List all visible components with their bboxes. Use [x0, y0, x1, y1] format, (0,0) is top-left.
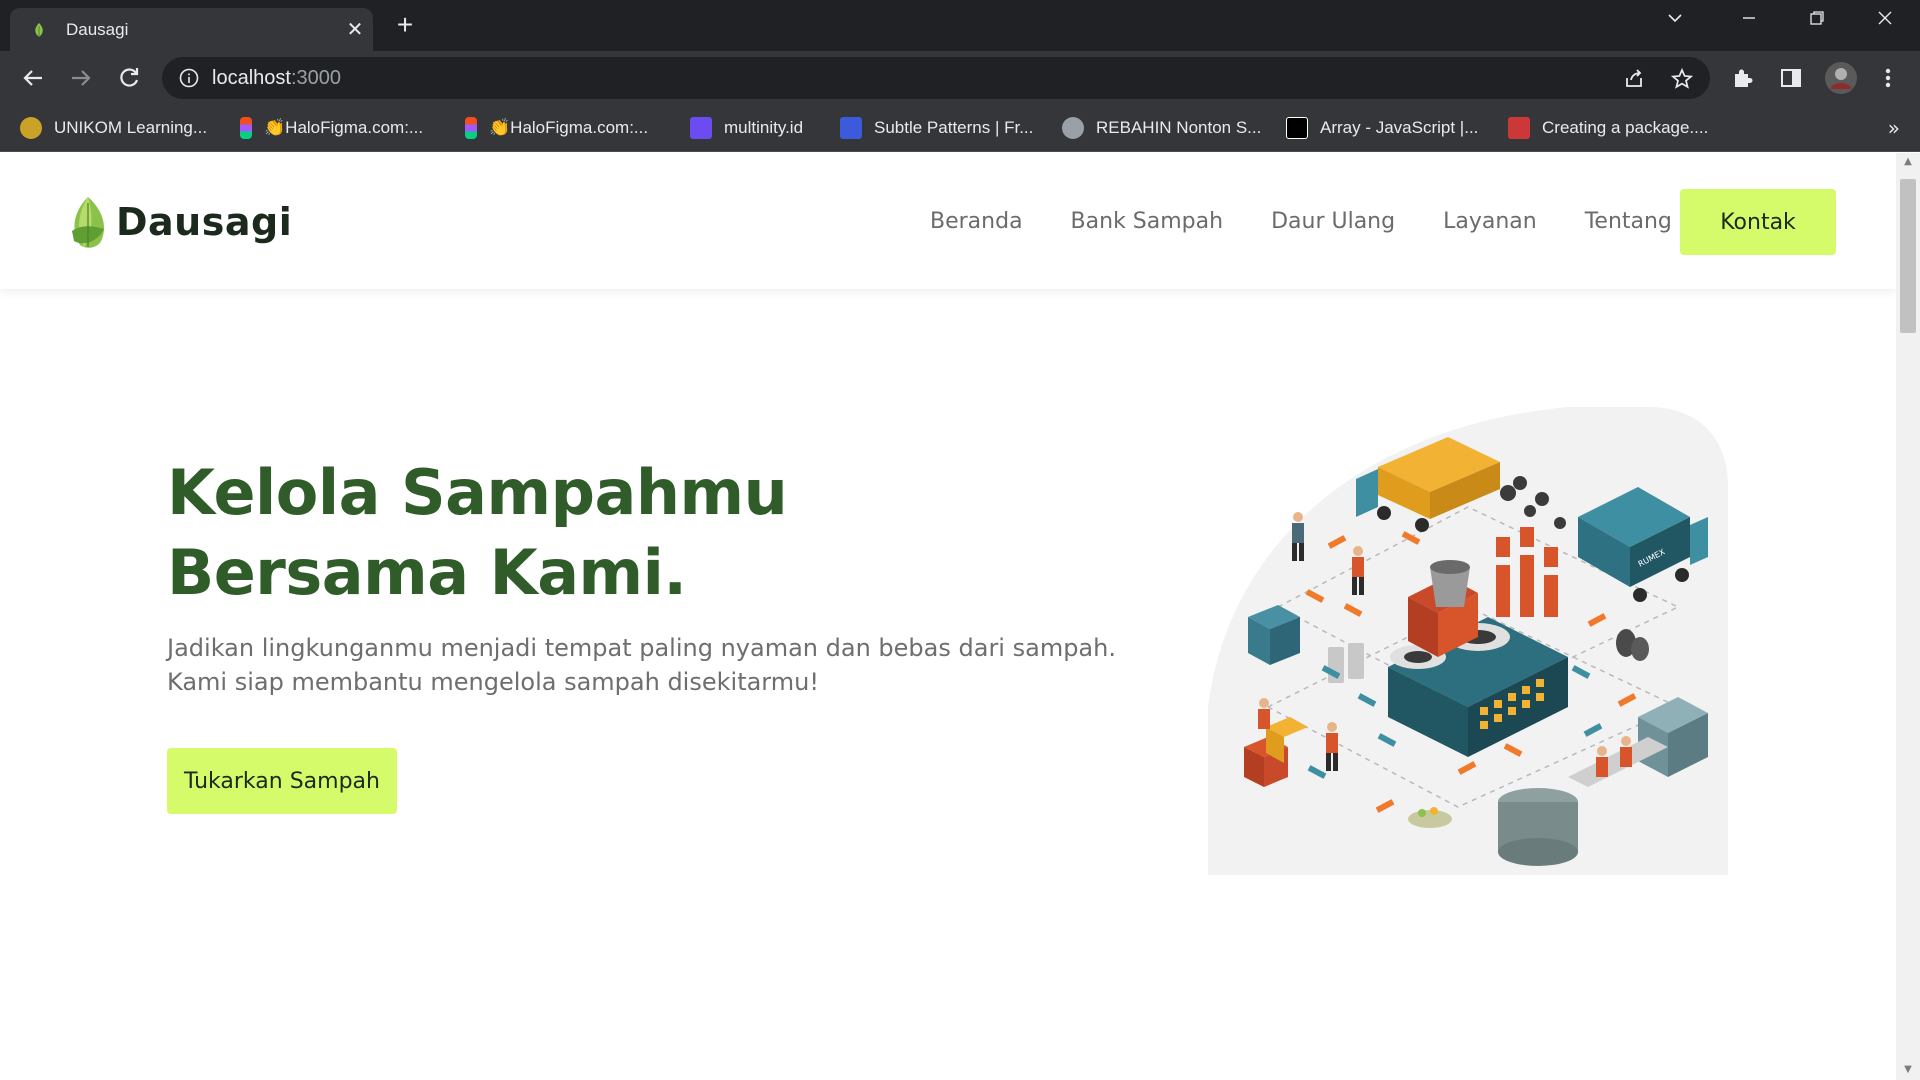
main-nav: Beranda Bank Sampah Daur Ulang Layanan T…: [930, 209, 1782, 234]
nav-item-bank-sampah[interactable]: Bank Sampah: [1071, 209, 1224, 234]
bookmark-item[interactable]: 👏HaloFigma.com:...: [465, 115, 648, 141]
brand-logo[interactable]: Dausagi: [68, 195, 292, 249]
back-arrow-icon[interactable]: [18, 63, 48, 93]
restore-icon[interactable]: [1800, 9, 1834, 37]
page-viewport: Dausagi Beranda Bank Sampah Daur Ulang L…: [0, 153, 1920, 1080]
figma-icon: [465, 117, 477, 139]
more-menu-icon[interactable]: [1874, 64, 1902, 92]
hero-subtitle: Jadikan lingkunganmu menjadi tempat pali…: [167, 634, 1116, 696]
nav-item-layanan[interactable]: Layanan: [1443, 209, 1537, 234]
bookmark-label: Array - JavaScript |...: [1320, 118, 1479, 137]
tab-search-chevron-icon[interactable]: [1658, 9, 1692, 37]
bookmarks-overflow-button[interactable]: »: [1888, 116, 1900, 140]
share-icon[interactable]: [1622, 67, 1646, 91]
contact-button[interactable]: Kontak: [1680, 189, 1836, 255]
bookmark-label: Subtle Patterns | Fr...: [874, 118, 1034, 137]
url-host: localhost: [212, 67, 291, 89]
bookmark-item[interactable]: multinity.id: [690, 115, 803, 141]
side-panel-icon[interactable]: [1777, 64, 1805, 92]
bookmark-label: multinity.id: [724, 118, 804, 137]
unikom-icon: [20, 117, 42, 139]
close-tab-icon[interactable]: ✕: [344, 18, 366, 40]
bookmark-item[interactable]: Creating a package....: [1508, 115, 1708, 141]
multinity-icon: [690, 117, 712, 139]
figma-icon: [240, 117, 252, 139]
url-port: :3000: [290, 67, 341, 89]
scroll-up-arrow-icon[interactable]: ▲: [1902, 157, 1914, 167]
address-bar[interactable]: localhost:3000: [162, 57, 1710, 99]
bookmark-item[interactable]: UNIKOM Learning...: [20, 115, 207, 141]
close-window-icon[interactable]: [1868, 9, 1902, 37]
mdn-icon: [1286, 117, 1308, 139]
extensions-puzzle-icon[interactable]: [1729, 64, 1757, 92]
bookmark-label: 👏HaloFigma.com:...: [489, 118, 649, 137]
reload-icon[interactable]: [114, 63, 144, 93]
hero-title: Kelola Sampahmu Bersama Kami.: [167, 456, 788, 609]
waste-recycling-factory-illustration: RUMEX: [1208, 407, 1728, 875]
page-scrollbar[interactable]: ▲ ▼: [1896, 153, 1920, 1080]
bookmark-star-icon[interactable]: [1670, 67, 1694, 91]
scroll-thumb[interactable]: [1900, 179, 1916, 333]
bookmarks-bar: UNIKOM Learning... 👏HaloFigma.com:... 👏H…: [0, 104, 1920, 152]
browser-toolbar: localhost:3000: [0, 51, 1920, 104]
url-text[interactable]: localhost:3000: [212, 67, 341, 90]
bookmark-item[interactable]: Subtle Patterns | Fr...: [840, 115, 1033, 141]
npm-icon: [1508, 117, 1530, 139]
bookmark-item[interactable]: REBAHIN Nonton S...: [1062, 115, 1261, 141]
browser-tab-active[interactable]: Dausagi ✕: [10, 8, 373, 51]
leaf-favicon-icon: [35, 23, 43, 37]
bookmark-label: REBAHIN Nonton S...: [1096, 118, 1262, 137]
site-info-icon[interactable]: [178, 67, 200, 89]
subtle-patterns-icon: [840, 117, 862, 139]
scroll-down-arrow-icon[interactable]: ▼: [1902, 1065, 1914, 1075]
site-header: Dausagi Beranda Bank Sampah Daur Ulang L…: [0, 153, 1896, 289]
leaf-logo-icon: [72, 197, 104, 248]
globe-icon: [1062, 117, 1084, 139]
brand-name: Dausagi: [116, 200, 293, 244]
bookmark-label: UNIKOM Learning...: [54, 118, 208, 137]
profile-avatar[interactable]: [1824, 61, 1858, 95]
tab-title: Dausagi: [66, 20, 129, 39]
minimize-icon[interactable]: [1732, 9, 1766, 37]
new-tab-button[interactable]: +: [390, 11, 420, 41]
nav-item-daur-ulang[interactable]: Daur Ulang: [1271, 209, 1395, 234]
nav-item-beranda[interactable]: Beranda: [930, 209, 1023, 234]
bookmark-label: Creating a package....: [1542, 118, 1709, 137]
bookmark-item[interactable]: 👏HaloFigma.com:...: [240, 115, 423, 141]
browser-tab-strip: Dausagi ✕ +: [0, 0, 1920, 51]
bookmark-label: 👏HaloFigma.com:...: [264, 118, 424, 137]
forward-arrow-icon[interactable]: [66, 63, 96, 93]
exchange-waste-button[interactable]: Tukarkan Sampah: [167, 748, 397, 814]
bookmark-item[interactable]: Array - JavaScript |...: [1286, 115, 1478, 141]
